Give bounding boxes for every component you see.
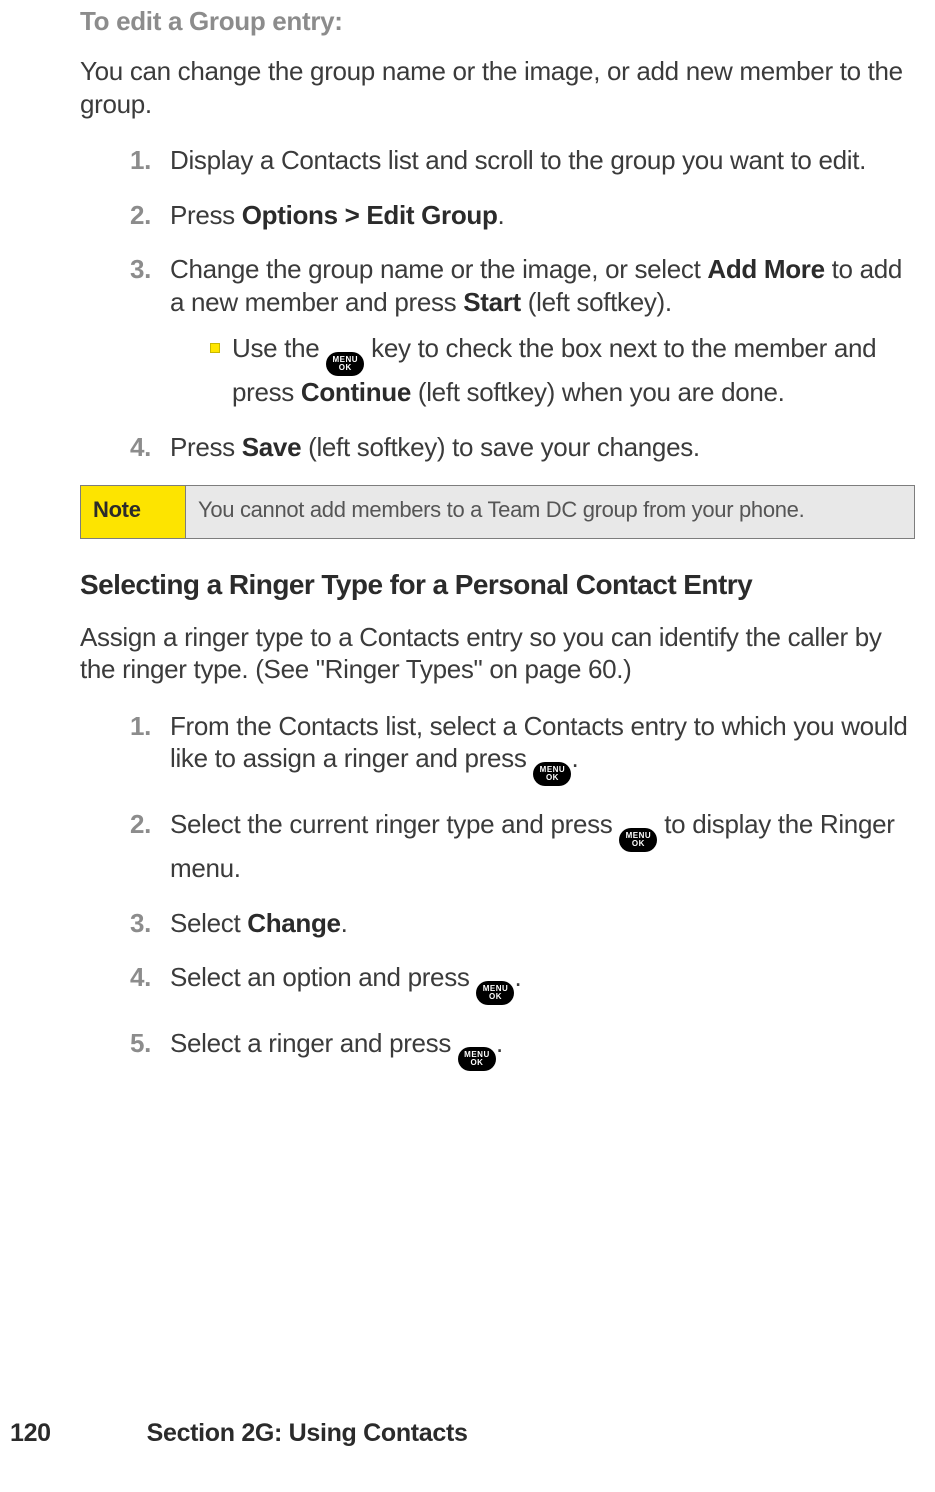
page-number: 120 (0, 1419, 80, 1448)
edit-group-heading: To edit a Group entry: (80, 6, 915, 37)
step-number: 4. (130, 431, 151, 464)
note-text: You cannot add members to a Team DC grou… (186, 486, 915, 539)
menu-ok-key-icon: MENUOK (533, 762, 571, 786)
edit-group-step-2: 2. Press Options > Edit Group. (130, 199, 915, 232)
edit-group-step-1: 1. Display a Contacts list and scroll to… (130, 144, 915, 177)
step-text-strong: Change (247, 908, 340, 938)
step-text-post: . (341, 908, 348, 938)
step-text: Display a Contacts list and scroll to th… (170, 145, 866, 175)
step-number: 3. (130, 907, 151, 940)
step-number: 2. (130, 199, 151, 232)
step-number: 2. (130, 808, 151, 841)
step-number: 5. (130, 1027, 151, 1060)
key-line-2: OK (339, 364, 352, 372)
note-label: Note (81, 486, 186, 539)
step-text-pre: Select an option and press (170, 962, 476, 992)
step-text-pre: Select a ringer and press (170, 1028, 458, 1058)
edit-group-step-3-sub-1: Use the MENUOK key to check the box next… (210, 332, 915, 409)
step-text-strong-2: Start (463, 287, 521, 317)
step-text-pre: Press (170, 432, 242, 462)
ringer-heading: Selecting a Ringer Type for a Personal C… (80, 569, 915, 601)
step-text-strong: Save (242, 432, 301, 462)
step-text-post: . (496, 1028, 503, 1058)
edit-group-steps: 1. Display a Contacts list and scroll to… (80, 144, 915, 463)
step-text-strong-1: Add More (707, 254, 824, 284)
key-line-2: OK (546, 774, 559, 782)
note-box: Note You cannot add members to a Team DC… (80, 485, 915, 539)
step-number: 1. (130, 144, 151, 177)
step-number: 1. (130, 710, 151, 743)
step-text-pre: Press (170, 200, 242, 230)
key-line-2: OK (470, 1059, 483, 1067)
edit-group-intro: You can change the group name or the ima… (80, 55, 915, 120)
step-text-post: . (498, 200, 505, 230)
key-line-2: OK (489, 993, 502, 1001)
step-number: 4. (130, 961, 151, 994)
step-text-strong: Options > Edit Group (242, 200, 498, 230)
menu-ok-key-icon: MENUOK (458, 1047, 496, 1071)
step-text-pre: Select (170, 908, 247, 938)
menu-ok-key-icon: MENUOK (326, 352, 364, 376)
ringer-step-4: 4. Select an option and press MENUOK. (130, 961, 915, 1005)
ringer-step-1: 1. From the Contacts list, select a Cont… (130, 710, 915, 787)
step-text-post: (left softkey) to save your changes. (301, 432, 700, 462)
ringer-step-5: 5. Select a ringer and press MENUOK. (130, 1027, 915, 1071)
step-text-post: (left softkey). (521, 287, 672, 317)
step-number: 3. (130, 253, 151, 286)
key-line-2: OK (632, 840, 645, 848)
menu-ok-key-icon: MENUOK (476, 981, 514, 1005)
edit-group-step-3: 3. Change the group name or the image, o… (130, 253, 915, 409)
ringer-step-3: 3. Select Change. (130, 907, 915, 940)
step-text-post: . (514, 962, 521, 992)
manual-page: To edit a Group entry: You can change th… (0, 6, 935, 1492)
footer-section-title: Section 2G: Using Contacts (87, 1419, 468, 1448)
step-text-pre: Change the group name or the image, or s… (170, 254, 707, 284)
page-content: To edit a Group entry: You can change th… (0, 6, 935, 1071)
sub-text-pre: Use the (232, 333, 326, 363)
page-footer: 120 Section 2G: Using Contacts (0, 1419, 935, 1448)
step-text-pre: Select the current ringer type and press (170, 809, 619, 839)
edit-group-step-4: 4. Press Save (left softkey) to save you… (130, 431, 915, 464)
ringer-steps: 1. From the Contacts list, select a Cont… (80, 710, 915, 1072)
step-text-post: . (571, 743, 578, 773)
sub-text-strong: Continue (301, 377, 411, 407)
ringer-intro: Assign a ringer type to a Contacts entry… (80, 621, 915, 686)
ringer-step-2: 2. Select the current ringer type and pr… (130, 808, 915, 885)
edit-group-step-3-sublist: Use the MENUOK key to check the box next… (170, 332, 915, 409)
sub-text-post: (left softkey) when you are done. (411, 377, 785, 407)
menu-ok-key-icon: MENUOK (619, 828, 657, 852)
